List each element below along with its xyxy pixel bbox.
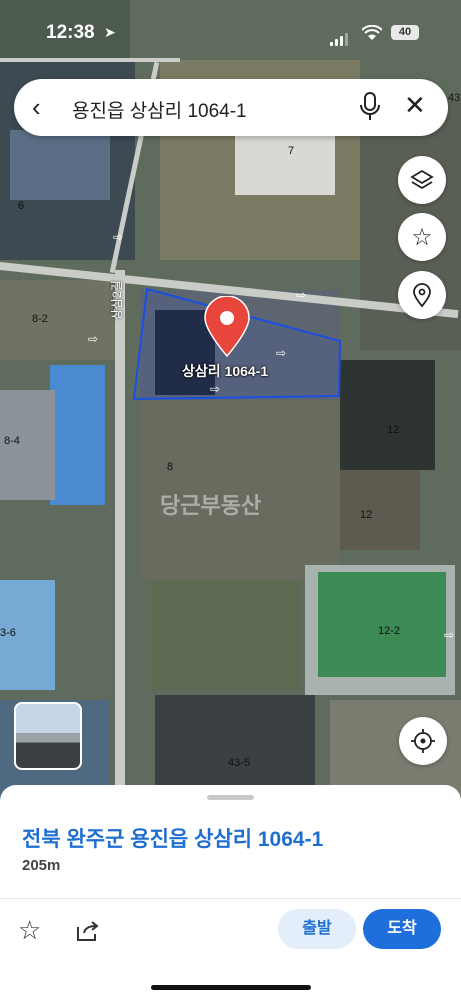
lot-number: 43-5 [228,757,251,769]
signal-icon [330,28,350,46]
crosshair-icon [411,729,435,753]
lot-number: 8 [167,461,174,473]
lot-number: 43 [448,92,461,104]
layers-button[interactable] [398,156,446,204]
lot-number: 12 [360,509,373,521]
entrance-icon: ⇨ [276,346,287,360]
back-arrow-icon[interactable]: ‹ [32,92,41,123]
lot-number: 8-2 [32,313,48,325]
lot-number: 3-6 [0,627,16,639]
location-pin-icon[interactable] [202,296,252,358]
divider [0,898,461,899]
status-time: 12:38 [46,22,95,43]
home-indicator [151,985,311,990]
search-query[interactable]: 용진읍 상삼리 1064-1 [72,96,247,123]
sheet-handle[interactable] [207,795,254,800]
lot-number: 12-2 [378,625,401,637]
place-distance: 205m [22,857,61,874]
entrance-icon: ⇨ [210,382,221,396]
road-label: 상삼2길 [110,280,124,320]
entrance-icon: ⇨ [444,628,455,642]
entrance-icon: ⇨ [113,230,124,244]
place-info-sheet[interactable]: 전북 완주군 용진읍 상삼리 1064-1 205m ☆ 출발 도착 [0,785,461,1000]
lot-number: 8-4 [4,435,20,447]
wifi-icon [362,25,382,40]
location-arrow-icon: ➤ [104,24,116,40]
start-button[interactable]: 출발 [278,909,356,949]
status-bar: 12:38 ➤ 40 [0,0,461,64]
street-view-thumbnail[interactable] [14,702,82,770]
lot-number: 12 [387,424,400,436]
place-address: 전북 완주군 용진읍 상삼리 1064-1 [22,828,324,851]
microphone-icon[interactable] [358,91,382,123]
entrance-icon: ⇨ [296,288,307,302]
battery-indicator: 40 [391,25,419,40]
share-icon[interactable] [75,919,101,943]
search-bar[interactable]: ‹ 용진읍 상삼리 1064-1 ✕ [14,79,448,136]
map-pin-outline-icon [413,283,431,308]
favorite-button[interactable]: ☆ [398,213,446,261]
my-location-button[interactable] [399,717,447,765]
close-icon[interactable]: ✕ [404,90,426,121]
layers-icon [410,169,434,190]
star-icon[interactable]: ☆ [18,915,41,946]
star-icon: ☆ [411,223,433,251]
pin-label: 상삼리 1064-1 [182,363,269,379]
lot-number: 6 [18,200,25,212]
entrance-icon: ⇨ [88,332,99,346]
arrive-button[interactable]: 도착 [363,909,441,949]
lot-number: 7 [288,145,295,157]
watermark: 당근부동산 [160,493,262,518]
place-button[interactable] [398,271,446,319]
